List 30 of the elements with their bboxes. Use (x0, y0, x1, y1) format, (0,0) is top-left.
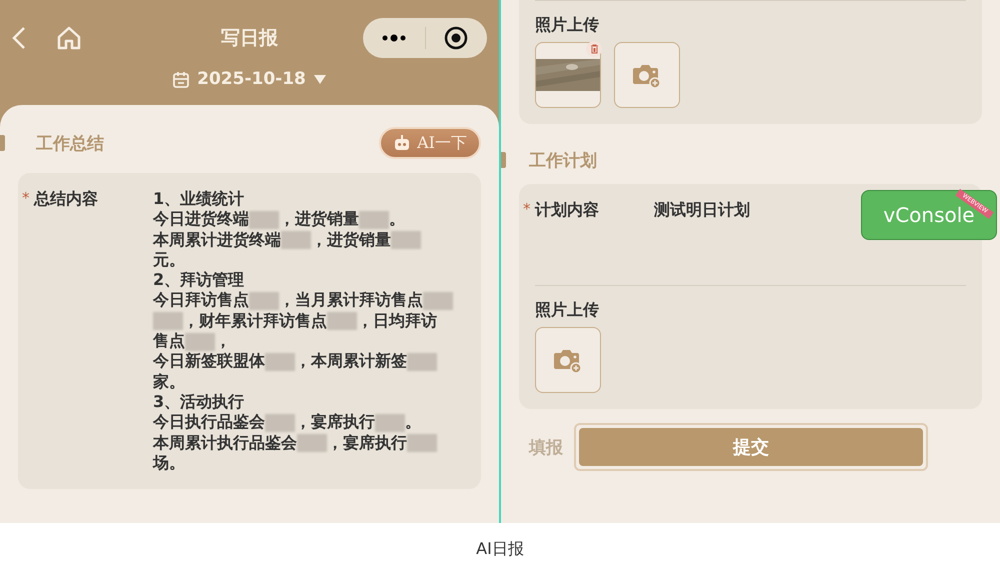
page-title: 写日报 (220, 26, 279, 51)
robot-icon (393, 135, 412, 151)
calendar-icon (173, 70, 190, 88)
field-label: 照片上传 (535, 300, 600, 321)
submit-button[interactable]: 提交 (574, 423, 928, 471)
delete-button[interactable] (586, 41, 602, 57)
caret-icon[interactable] (314, 74, 326, 84)
plan-text[interactable]: 测试明日计划 (654, 200, 750, 221)
close-icon[interactable] (444, 26, 468, 50)
photo-thumbnail[interactable] (535, 42, 601, 108)
date-picker[interactable]: 2025-10-18 (197, 69, 306, 89)
section-marker (501, 152, 506, 168)
ai-button[interactable]: AI一下 (379, 127, 481, 159)
trash-icon (590, 44, 598, 54)
add-photo-button[interactable] (535, 327, 601, 393)
section-title: 工作总结 (36, 132, 104, 154)
home-icon[interactable] (56, 25, 82, 51)
back-icon[interactable] (12, 26, 26, 50)
section-marker (0, 135, 5, 151)
section-title: 填报 (529, 436, 564, 458)
required-mark: * (22, 189, 30, 207)
section-title: 工作计划 (529, 150, 597, 172)
summary-text[interactable]: 1、业绩统计 今日进货终端 ，进货销量 。 本周累计进货终端 ，进货销量 元。 2、拜访管理 今日拜访售点 ，当月累计拜访售点 ，财年累计拜访售点 ，日均拜访 售点 ， 今日新签联盟体 ，本周累计新签 家。 3、活动执行 今日执行品鉴会 ，宴席执行 。 本周累计执行品鉴会 ，宴席执行 场。 (153, 189, 453, 474)
field-label: 照片上传 (535, 15, 600, 36)
field-label: 总结内容 (34, 189, 99, 210)
caption: AI日报 (475, 538, 525, 560)
add-photo-button[interactable] (614, 42, 680, 108)
required-mark: * (523, 200, 532, 218)
more-icon[interactable] (380, 34, 407, 42)
field-label: 计划内容 (535, 200, 600, 221)
